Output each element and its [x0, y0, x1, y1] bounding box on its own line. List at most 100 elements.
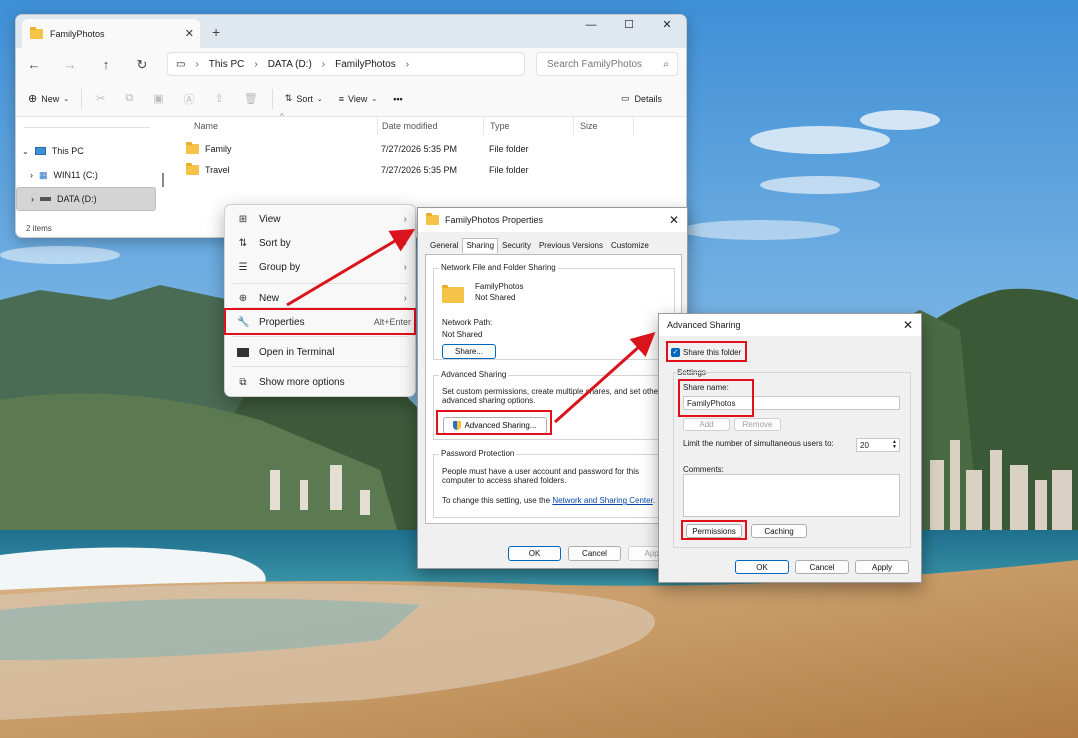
comments-textarea[interactable] [683, 474, 900, 517]
network-sharing-group: Network File and Folder Sharing FamilyPh… [433, 263, 675, 360]
up-arrow-icon[interactable]: ↑ [88, 57, 124, 72]
password-change-text: To change this setting, use the Network … [442, 496, 656, 505]
explorer-tab[interactable]: FamilyPhotos ✕ [22, 19, 200, 48]
breadcrumb-data-drive[interactable]: DATA (D:) [268, 59, 312, 70]
file-date: 7/27/2026 5:35 PM [381, 165, 458, 175]
column-header-date[interactable]: Date modified [376, 117, 484, 135]
tab-sharing[interactable]: Sharing [462, 238, 499, 253]
details-button[interactable]: ▭ Details [613, 93, 670, 104]
cancel-button[interactable]: Cancel [795, 560, 849, 574]
divider [233, 283, 409, 284]
chevron-down-icon: ⌄ [63, 95, 70, 103]
cancel-button[interactable]: Cancel [568, 546, 621, 561]
title-bar: FamilyPhotos ✕ + — ☐ ✕ [16, 15, 686, 48]
menu-label: Sort by [259, 237, 291, 249]
ok-button[interactable]: OK [735, 560, 789, 574]
windows-drive-icon: ▦ [39, 169, 48, 180]
menu-item-open-terminal[interactable]: Open in Terminal [229, 340, 413, 364]
tab-general[interactable]: General [426, 238, 462, 253]
dialog-title-bar: FamilyPhotos Properties ✕ [418, 208, 687, 232]
table-row[interactable]: Travel 7/27/2026 5:35 PM File folder [176, 160, 676, 180]
column-header-size[interactable]: Size [574, 117, 634, 135]
nav-item-win11[interactable]: › ▦ WIN11 (C:) [16, 163, 156, 187]
list-icon: ☰ [238, 261, 248, 273]
drive-icon [40, 197, 51, 201]
navigation-pane: ⌄ This PC › ▦ WIN11 (C:) › DATA (D:) [16, 117, 164, 227]
tab-previous-versions[interactable]: Previous Versions [535, 238, 607, 253]
spin-arrows-icon[interactable]: ▲ ▼ [892, 440, 897, 450]
close-tab-icon[interactable]: ✕ [185, 27, 194, 40]
column-header-type[interactable]: Type [484, 117, 574, 135]
breadcrumb-familyphotos[interactable]: FamilyPhotos [335, 59, 396, 70]
minimize-button[interactable]: — [572, 15, 610, 37]
chevron-right-icon: › [195, 58, 199, 70]
comments-label: Comments: [683, 465, 724, 474]
share-icon: ⧉ [239, 376, 247, 388]
tab-customize[interactable]: Customize [607, 238, 653, 253]
add-button[interactable]: Add [683, 418, 730, 431]
breadcrumb-this-pc[interactable]: This PC [209, 59, 245, 70]
sort-icon: ⇅ [238, 237, 248, 249]
close-icon[interactable]: ✕ [903, 318, 913, 332]
caching-button[interactable]: Caching [751, 524, 807, 538]
nav-label: WIN11 (C:) [53, 170, 98, 180]
search-box[interactable]: Search FamilyPhotos ⌕ [536, 52, 678, 76]
view-button[interactable]: ≡ View ⌄ [331, 94, 386, 104]
menu-item-show-more-options[interactable]: ⧉ Show more options [229, 370, 413, 394]
scrollbar-thumb[interactable] [162, 173, 164, 187]
rename-icon[interactable]: Ⓐ [174, 91, 205, 107]
plus-circle-icon: ⊕ [238, 292, 248, 304]
close-icon[interactable]: ✕ [669, 213, 679, 227]
password-protection-group: Password Protection People must have a u… [433, 449, 675, 518]
plus-circle-icon: ⊕ [28, 93, 38, 105]
table-row[interactable]: Family 7/27/2026 5:35 PM File folder [176, 139, 676, 159]
details-label: Details [634, 93, 662, 104]
address-bar[interactable]: ▭ › This PC › DATA (D:) › FamilyPhotos › [167, 52, 525, 76]
more-options-button[interactable]: ••• [385, 94, 410, 104]
tab-security[interactable]: Security [498, 238, 535, 253]
folder-icon [442, 285, 464, 303]
new-tab-button[interactable]: + [212, 24, 220, 40]
copy-icon[interactable]: ⧉ [115, 92, 143, 105]
paste-icon[interactable]: ▣ [143, 92, 173, 105]
share-button[interactable]: Share... [442, 344, 496, 359]
advanced-description: Set custom permissions, create multiple … [442, 387, 661, 405]
group-title: Password Protection [439, 449, 517, 458]
remove-button[interactable]: Remove [734, 418, 781, 431]
chevron-right-icon: › [254, 58, 258, 70]
menu-label: New [259, 292, 280, 304]
maximize-button[interactable]: ☐ [610, 15, 648, 37]
new-button[interactable]: ⊕ New ⌄ [16, 92, 77, 105]
menu-item-group-by[interactable]: ☰ Group by › [229, 255, 413, 279]
highlight-box-permissions [681, 520, 747, 540]
address-toolbar: ← → ↑ ↻ ▭ › This PC › DATA (D:) › Family… [16, 48, 686, 81]
menu-item-view[interactable]: ⊞ View › [229, 207, 413, 231]
folder-name: FamilyPhotos [475, 282, 524, 291]
network-sharing-center-link[interactable]: Network and Sharing Center [552, 496, 653, 505]
folder-icon [186, 142, 199, 154]
highlight-box-share-folder [666, 341, 747, 362]
cut-icon[interactable]: ✂ [86, 92, 115, 105]
ok-button[interactable]: OK [508, 546, 561, 561]
delete-icon[interactable]: 🗑 [234, 92, 268, 105]
chevron-right-icon: › [31, 194, 34, 204]
password-description: People must have a user account and pass… [442, 467, 639, 485]
highlight-box-properties [224, 308, 416, 335]
network-path-value: Not Shared [442, 330, 483, 339]
sort-button[interactable]: ⇅ Sort ⌄ [277, 93, 331, 104]
apply-button[interactable]: Apply [855, 560, 909, 574]
group-title: Advanced Sharing [439, 370, 509, 379]
forward-arrow-icon[interactable]: → [52, 57, 88, 72]
sharing-panel: Network File and Folder Sharing FamilyPh… [425, 254, 682, 524]
user-limit-stepper[interactable]: 20 ▲ ▼ [856, 438, 900, 452]
back-arrow-icon[interactable]: ← [16, 57, 52, 72]
refresh-icon[interactable]: ↻ [124, 57, 160, 73]
nav-item-this-pc[interactable]: ⌄ This PC [16, 139, 156, 163]
share-icon[interactable]: ⇪ [205, 92, 234, 105]
chevron-down-icon: ⌄ [371, 95, 378, 103]
close-window-button[interactable]: ✕ [648, 15, 686, 37]
view-label: View [347, 93, 368, 104]
nav-item-data-drive[interactable]: › DATA (D:) [16, 187, 156, 211]
sort-label: Sort [296, 93, 313, 104]
menu-item-sort-by[interactable]: ⇅ Sort by › [229, 231, 413, 255]
